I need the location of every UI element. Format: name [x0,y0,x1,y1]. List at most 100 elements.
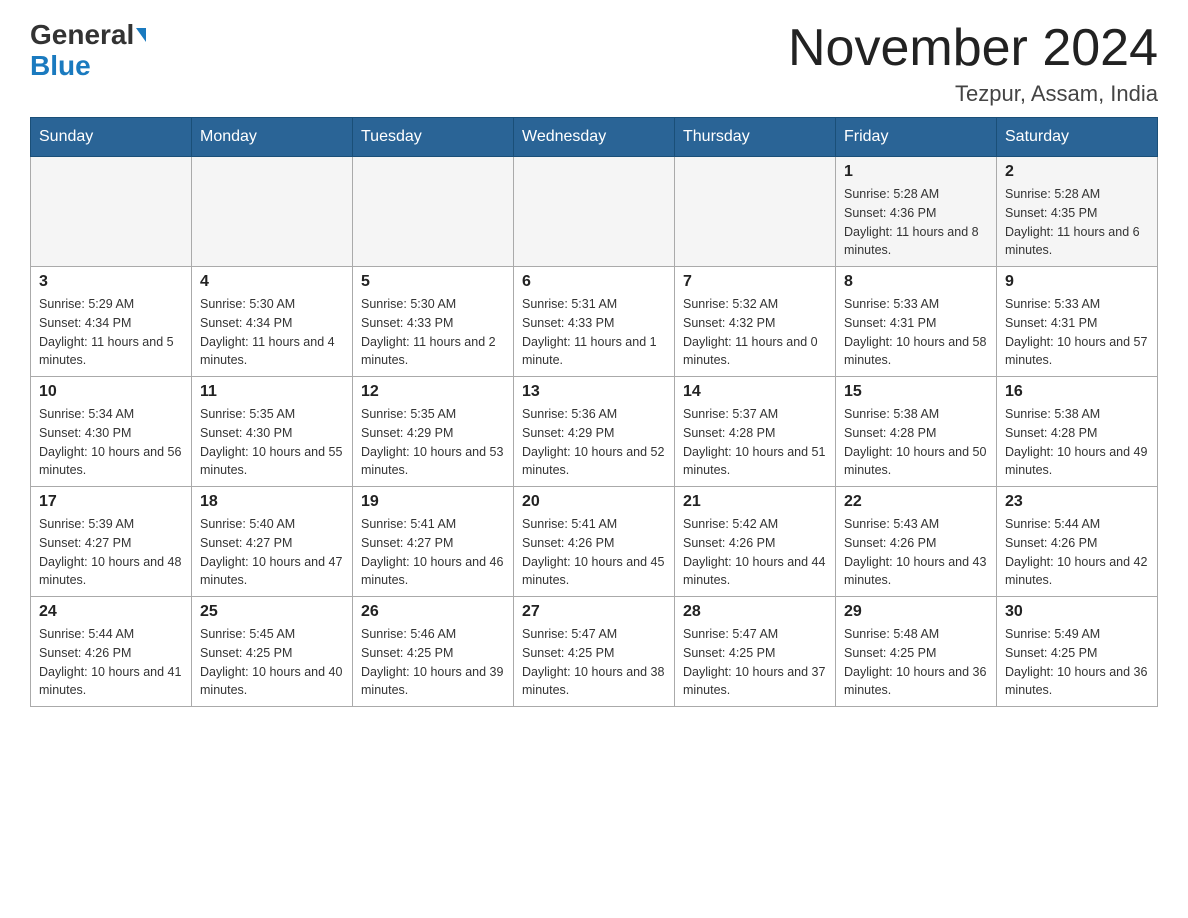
day-info: Sunrise: 5:38 AM Sunset: 4:28 PM Dayligh… [1005,405,1149,480]
day-info: Sunrise: 5:45 AM Sunset: 4:25 PM Dayligh… [200,625,344,700]
location: Tezpur, Assam, India [788,81,1158,107]
day-number: 2 [1005,163,1149,181]
calendar-cell [31,157,192,267]
calendar-cell: 22Sunrise: 5:43 AM Sunset: 4:26 PM Dayli… [836,487,997,597]
calendar-cell: 21 Sunrise: 5:42 AM Sunset: 4:26 PM Dayli… [675,487,836,597]
calendar-cell: 28 Sunrise: 5:47 AM Sunset: 4:25 PM Dayli… [675,597,836,707]
day-number: 15 [844,383,988,401]
day-info: Sunrise: 5:35 AM Sunset: 4:30 PM Dayligh… [200,405,344,480]
calendar-cell: 26 Sunrise: 5:46 AM Sunset: 4:25 PM Dayli… [353,597,514,707]
weekday-header-tuesday: Tuesday [353,118,514,157]
day-info: Sunrise: 5:40 AM Sunset: 4:27 PM Dayligh… [200,515,344,590]
page-header: General Blue November 2024 Tezpur, Assam… [30,20,1158,107]
calendar-header-row: SundayMondayTuesdayWednesdayThursdayFrid… [31,118,1158,157]
weekday-header-thursday: Thursday [675,118,836,157]
day-number: 14 [683,383,827,401]
day-info: Sunrise: 5:38 AM Sunset: 4:28 PM Dayligh… [844,405,988,480]
day-number: 25 [200,603,344,621]
day-number: 9 [1005,273,1149,291]
calendar-cell: 5Sunrise: 5:30 AM Sunset: 4:33 PM Daylig… [353,267,514,377]
week-row-5: 24 Sunrise: 5:44 AM Sunset: 4:26 PM Dayli… [31,597,1158,707]
day-number: 18 [200,493,344,511]
day-number: 21 [683,493,827,511]
day-info: Sunrise: 5:33 AM Sunset: 4:31 PM Dayligh… [844,295,988,370]
calendar-cell: 18 Sunrise: 5:40 AM Sunset: 4:27 PM Dayli… [192,487,353,597]
day-info: Sunrise: 5:33 AM Sunset: 4:31 PM Dayligh… [1005,295,1149,370]
calendar-cell: 17 Sunrise: 5:39 AM Sunset: 4:27 PM Dayli… [31,487,192,597]
calendar-cell: 8 Sunrise: 5:33 AM Sunset: 4:31 PM Daylig… [836,267,997,377]
day-number: 28 [683,603,827,621]
day-number: 26 [361,603,505,621]
day-info: Sunrise: 5:44 AM Sunset: 4:26 PM Dayligh… [39,625,183,700]
calendar-cell: 20Sunrise: 5:41 AM Sunset: 4:26 PM Dayli… [514,487,675,597]
calendar-cell: 9 Sunrise: 5:33 AM Sunset: 4:31 PM Daylig… [997,267,1158,377]
title-block: November 2024 Tezpur, Assam, India [788,20,1158,107]
day-info: Sunrise: 5:42 AM Sunset: 4:26 PM Dayligh… [683,515,827,590]
day-info: Sunrise: 5:31 AM Sunset: 4:33 PM Dayligh… [522,295,666,370]
day-number: 8 [844,273,988,291]
day-number: 29 [844,603,988,621]
day-number: 16 [1005,383,1149,401]
calendar-cell: 13 Sunrise: 5:36 AM Sunset: 4:29 PM Dayli… [514,377,675,487]
day-number: 1 [844,163,988,181]
calendar-cell: 16 Sunrise: 5:38 AM Sunset: 4:28 PM Dayli… [997,377,1158,487]
weekday-header-sunday: Sunday [31,118,192,157]
calendar-table: SundayMondayTuesdayWednesdayThursdayFrid… [30,117,1158,707]
calendar-cell: 23Sunrise: 5:44 AM Sunset: 4:26 PM Dayli… [997,487,1158,597]
calendar-cell: 2 Sunrise: 5:28 AM Sunset: 4:35 PM Daylig… [997,157,1158,267]
logo: General Blue [30,20,146,82]
day-number: 24 [39,603,183,621]
day-info: Sunrise: 5:36 AM Sunset: 4:29 PM Dayligh… [522,405,666,480]
calendar-cell: 29Sunrise: 5:48 AM Sunset: 4:25 PM Dayli… [836,597,997,707]
day-number: 6 [522,273,666,291]
day-info: Sunrise: 5:30 AM Sunset: 4:33 PM Dayligh… [361,295,505,370]
calendar-cell: 7 Sunrise: 5:32 AM Sunset: 4:32 PM Daylig… [675,267,836,377]
day-number: 30 [1005,603,1149,621]
calendar-cell: 25 Sunrise: 5:45 AM Sunset: 4:25 PM Dayli… [192,597,353,707]
day-info: Sunrise: 5:35 AM Sunset: 4:29 PM Dayligh… [361,405,505,480]
day-info: Sunrise: 5:28 AM Sunset: 4:35 PM Dayligh… [1005,185,1149,260]
day-info: Sunrise: 5:47 AM Sunset: 4:25 PM Dayligh… [683,625,827,700]
day-info: Sunrise: 5:39 AM Sunset: 4:27 PM Dayligh… [39,515,183,590]
day-number: 17 [39,493,183,511]
calendar-cell: 1 Sunrise: 5:28 AM Sunset: 4:36 PM Daylig… [836,157,997,267]
day-number: 11 [200,383,344,401]
day-info: Sunrise: 5:47 AM Sunset: 4:25 PM Dayligh… [522,625,666,700]
day-number: 7 [683,273,827,291]
logo-general: General [30,20,134,51]
weekday-header-saturday: Saturday [997,118,1158,157]
day-info: Sunrise: 5:41 AM Sunset: 4:27 PM Dayligh… [361,515,505,590]
calendar-cell: 4Sunrise: 5:30 AM Sunset: 4:34 PM Daylig… [192,267,353,377]
week-row-4: 17 Sunrise: 5:39 AM Sunset: 4:27 PM Dayli… [31,487,1158,597]
logo-blue: Blue [30,51,91,82]
month-title: November 2024 [788,20,1158,77]
calendar-cell [353,157,514,267]
weekday-header-friday: Friday [836,118,997,157]
day-info: Sunrise: 5:37 AM Sunset: 4:28 PM Dayligh… [683,405,827,480]
day-info: Sunrise: 5:32 AM Sunset: 4:32 PM Dayligh… [683,295,827,370]
day-number: 13 [522,383,666,401]
day-info: Sunrise: 5:30 AM Sunset: 4:34 PM Dayligh… [200,295,344,370]
weekday-header-wednesday: Wednesday [514,118,675,157]
day-number: 22 [844,493,988,511]
logo-triangle-icon [136,28,146,42]
calendar-cell: 11 Sunrise: 5:35 AM Sunset: 4:30 PM Dayli… [192,377,353,487]
calendar-cell: 14 Sunrise: 5:37 AM Sunset: 4:28 PM Dayli… [675,377,836,487]
day-info: Sunrise: 5:49 AM Sunset: 4:25 PM Dayligh… [1005,625,1149,700]
week-row-1: 1 Sunrise: 5:28 AM Sunset: 4:36 PM Daylig… [31,157,1158,267]
day-number: 27 [522,603,666,621]
day-number: 3 [39,273,183,291]
calendar-cell: 10Sunrise: 5:34 AM Sunset: 4:30 PM Dayli… [31,377,192,487]
calendar-cell: 6 Sunrise: 5:31 AM Sunset: 4:33 PM Daylig… [514,267,675,377]
calendar-cell: 3 Sunrise: 5:29 AM Sunset: 4:34 PM Daylig… [31,267,192,377]
calendar-cell: 30 Sunrise: 5:49 AM Sunset: 4:25 PM Dayli… [997,597,1158,707]
day-info: Sunrise: 5:34 AM Sunset: 4:30 PM Dayligh… [39,405,183,480]
day-number: 20 [522,493,666,511]
week-row-3: 10Sunrise: 5:34 AM Sunset: 4:30 PM Dayli… [31,377,1158,487]
day-info: Sunrise: 5:28 AM Sunset: 4:36 PM Dayligh… [844,185,988,260]
week-row-2: 3 Sunrise: 5:29 AM Sunset: 4:34 PM Daylig… [31,267,1158,377]
day-info: Sunrise: 5:46 AM Sunset: 4:25 PM Dayligh… [361,625,505,700]
calendar-cell: 15 Sunrise: 5:38 AM Sunset: 4:28 PM Dayli… [836,377,997,487]
calendar-cell: 19Sunrise: 5:41 AM Sunset: 4:27 PM Dayli… [353,487,514,597]
day-info: Sunrise: 5:29 AM Sunset: 4:34 PM Dayligh… [39,295,183,370]
